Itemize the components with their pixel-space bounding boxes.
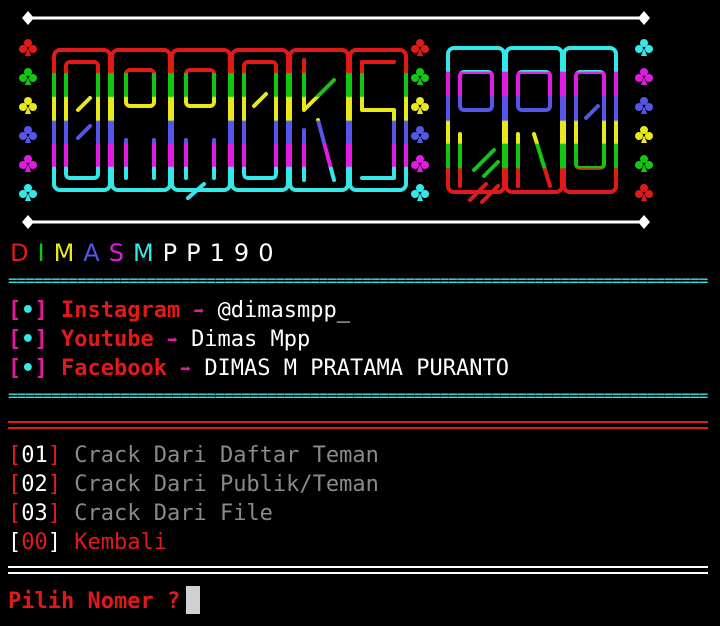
club-icon (635, 39, 653, 56)
author-letter: I (37, 239, 54, 267)
input-prompt[interactable]: Pilih Nomer ? (8, 586, 201, 615)
banner-frame (22, 11, 650, 229)
double-rule-white (8, 566, 708, 574)
author-letter: M (53, 239, 84, 267)
social-value: DIMAS M PRATAMA PURANTO (204, 356, 509, 381)
social-value: @dimasmpp_ (217, 298, 351, 323)
arrow-right-icon: ➡ (166, 330, 178, 351)
menu-label: Crack Dari Daftar Teman (74, 443, 379, 468)
social-value: Dimas Mpp (191, 327, 311, 352)
author-letter: 9 (233, 239, 259, 267)
banner (0, 0, 720, 236)
menu-item-00[interactable]: [00] Kembali (8, 528, 167, 557)
social-name: Facebook (61, 356, 167, 381)
banner-art (19, 11, 653, 229)
club-icon (411, 155, 429, 172)
club-icon (19, 97, 37, 114)
club-icon (411, 184, 429, 201)
social-name: Instagram (61, 298, 181, 323)
social-row-youtube: [•] Youtube ➡ Dimas Mpp (8, 327, 311, 352)
club-icon (635, 126, 653, 143)
social-row-facebook: [•] Facebook ➡ DIMAS M PRATAMA PURANTO (8, 356, 509, 381)
menu-number: 02 (21, 472, 48, 497)
menu-item-01[interactable]: [01] Crack Dari Daftar Teman (8, 441, 379, 470)
menu-label: Kembali (74, 530, 167, 555)
bullet-icon: • (21, 327, 35, 352)
club-icon (635, 155, 653, 172)
arrow-right-icon: ➡ (180, 359, 192, 380)
author-letter: A (83, 239, 109, 267)
author-letter: 0 (258, 239, 283, 267)
menu-number: 00 (21, 530, 48, 555)
club-icon (635, 184, 653, 201)
author-letter: D (10, 239, 38, 267)
author-signature: DIMASMPP190 (10, 238, 282, 268)
club-icon (19, 184, 37, 201)
menu-item-02[interactable]: [02] Crack Dari Publik/Teman (8, 470, 379, 499)
separator-top: ========================================… (8, 274, 708, 287)
club-icon (19, 39, 37, 56)
club-icon (635, 68, 653, 85)
club-icon (19, 155, 37, 172)
author-letter: 1 (209, 239, 234, 267)
club-icon (635, 97, 653, 114)
social-name: Youtube (61, 327, 154, 352)
club-icon (411, 39, 429, 56)
menu-item-03[interactable]: [03] Crack Dari File (8, 499, 273, 528)
club-icon (411, 126, 429, 143)
social-row-instagram: [•] Instagram ➡ @dimasmpp_ (8, 298, 351, 323)
author-letter: P (186, 239, 210, 267)
author-letter: S (108, 239, 133, 267)
author-letter: M (132, 239, 163, 267)
arrow-right-icon: ➡ (193, 301, 205, 322)
club-icon (19, 68, 37, 85)
prompt-label: Pilih Nomer ? (8, 589, 181, 614)
menu-number: 01 (21, 443, 48, 468)
menu-label: Crack Dari File (74, 501, 273, 526)
club-icon-column (19, 39, 653, 201)
menu-number: 03 (21, 501, 48, 526)
bullet-icon: • (21, 298, 35, 323)
club-icon (19, 126, 37, 143)
club-icon (411, 97, 429, 114)
terminal-window: DIMASMPP190 ============================… (0, 0, 720, 626)
bullet-icon: • (21, 356, 35, 381)
menu-label: Crack Dari Publik/Teman (74, 472, 379, 497)
author-letter: P (162, 239, 187, 267)
club-icon (411, 68, 429, 85)
separator-middle: ========================================… (8, 389, 708, 402)
logo-cracks (52, 48, 408, 200)
logo-pro (446, 46, 618, 204)
double-rule-red (8, 421, 708, 429)
text-cursor[interactable] (186, 586, 201, 614)
